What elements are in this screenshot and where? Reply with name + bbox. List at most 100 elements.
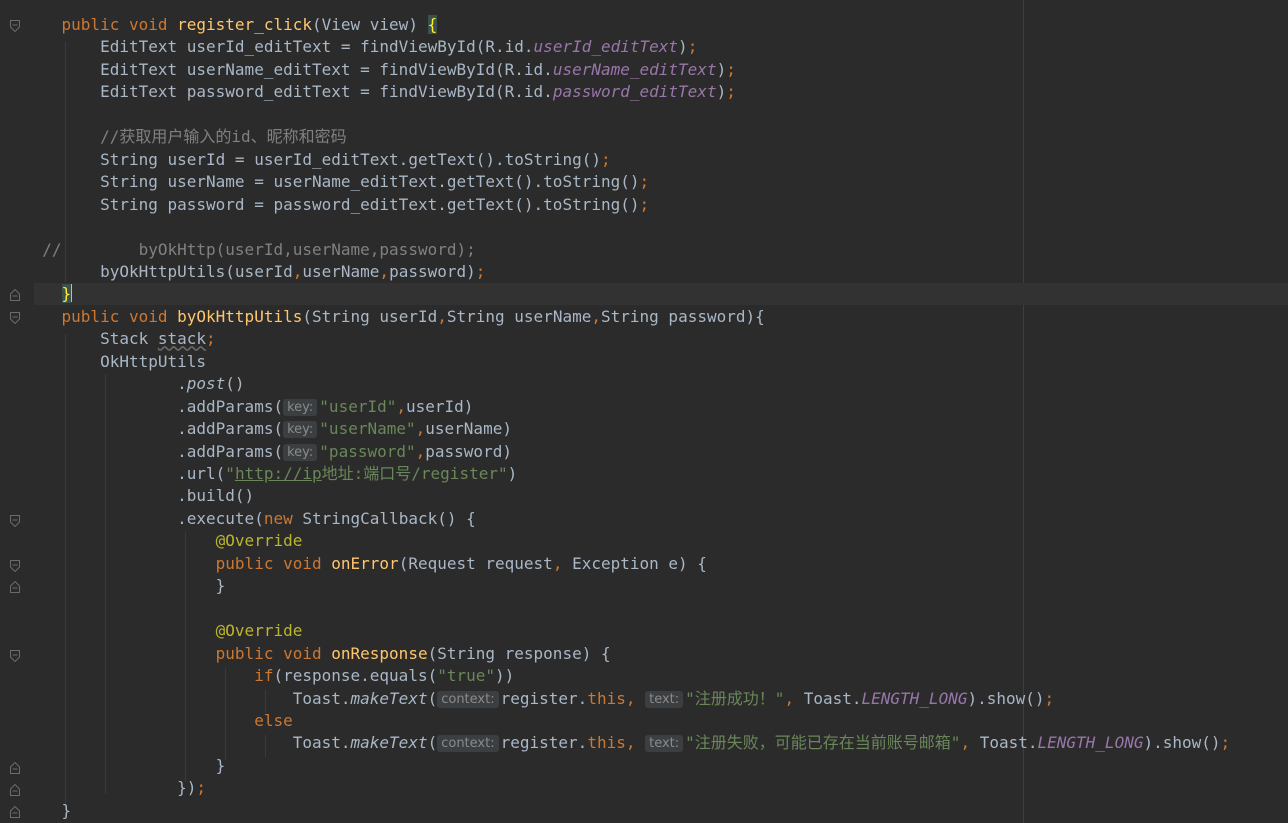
fold-end-icon[interactable]	[10, 289, 20, 301]
code-line[interactable]: OkHttpUtils	[23, 351, 206, 373]
code-line[interactable]: Toast.makeText(context: register.this, te…	[23, 688, 1054, 710]
code-token: .addParams(	[177, 441, 284, 461]
parameter-hint: context:	[437, 735, 499, 753]
code-line[interactable]: String userName = userName_editText.getT…	[23, 171, 649, 193]
code-line[interactable]: // byOkHttp(userId,userName,password);	[23, 239, 475, 261]
code-line[interactable]: });	[23, 777, 206, 799]
parameter-hint: text:	[645, 735, 684, 753]
fold-end-icon[interactable]	[10, 784, 20, 796]
code-token: "userId"	[319, 396, 397, 416]
code-line[interactable]: String userId = userId_editText.getText(…	[23, 149, 611, 171]
code-token: }	[61, 800, 72, 820]
code-token: else	[254, 710, 293, 730]
code-token: {	[427, 15, 438, 34]
code-token: }	[215, 755, 226, 775]
code-line[interactable]: Toast.makeText(context: register.this, te…	[23, 732, 1230, 754]
code-line[interactable]: public void byOkHttpUtils(String userId,…	[23, 306, 765, 328]
code-line[interactable]: byOkHttpUtils(userId,userName,password);	[23, 261, 485, 283]
code-token: ,	[379, 261, 390, 281]
code-line[interactable]: Stack stack;	[23, 328, 216, 350]
code-token: ,	[625, 688, 646, 708]
fold-end-icon[interactable]	[10, 762, 20, 774]
code-token: onError	[331, 553, 399, 573]
code-token: public void	[61, 306, 178, 326]
code-token: ;	[196, 778, 207, 798]
code-token: this	[587, 688, 626, 708]
code-token: LENGTH_LONG	[1037, 733, 1144, 753]
code-line[interactable]: }	[23, 283, 73, 305]
code-line[interactable]: String password = password_editText.getT…	[23, 194, 649, 216]
code-token: userId_editText	[533, 37, 679, 57]
code-token: )	[716, 59, 727, 79]
code-line[interactable]: @Override	[23, 530, 303, 552]
code-line[interactable]: EditText userId_editText = findViewById(…	[23, 36, 697, 58]
code-token: ,	[437, 306, 447, 326]
code-token: Toast.	[292, 688, 351, 708]
code-token: ;	[726, 82, 736, 102]
code-token: (Request request	[398, 553, 553, 573]
parameter-hint: context:	[437, 690, 499, 708]
code-line[interactable]: public void onResponse(String response) …	[23, 643, 611, 665]
code-line[interactable]: EditText password_editText = findViewByI…	[23, 81, 736, 103]
code-line[interactable]: .addParams(key: "password",password)	[23, 441, 512, 463]
fold-collapse-icon[interactable]	[10, 20, 20, 32]
code-line[interactable]: else	[23, 710, 293, 732]
code-token: String userId = userId_editText.getText(…	[100, 149, 601, 169]
code-token: register.	[500, 733, 588, 753]
code-token: ;	[639, 172, 650, 192]
code-token: ))	[495, 666, 515, 686]
fold-collapse-icon[interactable]	[10, 560, 20, 572]
code-line[interactable]: public void register_click(View view) {	[23, 14, 438, 36]
code-line[interactable]: .execute(new StringCallback() {	[23, 508, 476, 530]
code-token: //获取用户输入的id、昵称和密码	[100, 127, 347, 147]
fold-end-icon[interactable]	[10, 806, 20, 818]
code-token: ,	[625, 733, 646, 753]
code-token: ,	[415, 441, 426, 461]
code-token: Toast.	[803, 688, 862, 708]
code-line[interactable]: .url("http://ip地址:端口号/register")	[23, 463, 517, 485]
code-token: )	[678, 37, 688, 57]
code-line[interactable]: @Override	[23, 620, 303, 642]
code-token: "password"	[319, 441, 416, 461]
code-token: http://ip	[234, 464, 322, 483]
fold-collapse-icon[interactable]	[10, 312, 20, 324]
code-line[interactable]: }	[23, 800, 72, 822]
code-token: ,	[960, 733, 980, 753]
code-line[interactable]: .addParams(key: "userName",userName)	[23, 418, 512, 440]
code-line[interactable]: .build()	[23, 485, 254, 507]
code-token: .addParams(	[177, 396, 284, 416]
code-token: stack	[157, 329, 207, 349]
code-token: (	[427, 733, 438, 753]
code-token: EditText userId_editText = findViewById(…	[100, 37, 534, 57]
code-line[interactable]: }	[23, 755, 226, 777]
fold-collapse-icon[interactable]	[10, 650, 20, 662]
code-line[interactable]: if(response.equals("true"))	[23, 665, 514, 687]
code-token: OkHttpUtils	[100, 351, 207, 371]
code-line[interactable]: public void onError(Request request, Exc…	[23, 553, 707, 575]
code-line[interactable]: EditText userName_editText = findViewByI…	[23, 59, 736, 81]
code-token: onResponse	[331, 643, 428, 663]
code-token: register.	[500, 688, 588, 708]
code-token: }	[215, 576, 226, 596]
code-line[interactable]: }	[23, 575, 226, 597]
code-line[interactable]: //获取用户输入的id、昵称和密码	[23, 126, 347, 148]
code-editor[interactable]: public void register_click(View view) { …	[0, 0, 1288, 823]
fold-collapse-icon[interactable]	[10, 515, 20, 527]
code-token: @Override	[215, 531, 303, 551]
code-line[interactable]: .post()	[23, 373, 244, 395]
parameter-hint: text:	[645, 690, 684, 708]
code-token: (String response) {	[427, 643, 611, 663]
fold-end-icon[interactable]	[10, 581, 20, 593]
code-line[interactable]: .addParams(key: "userId",userId)	[23, 396, 473, 418]
code-token: ,	[591, 306, 601, 326]
